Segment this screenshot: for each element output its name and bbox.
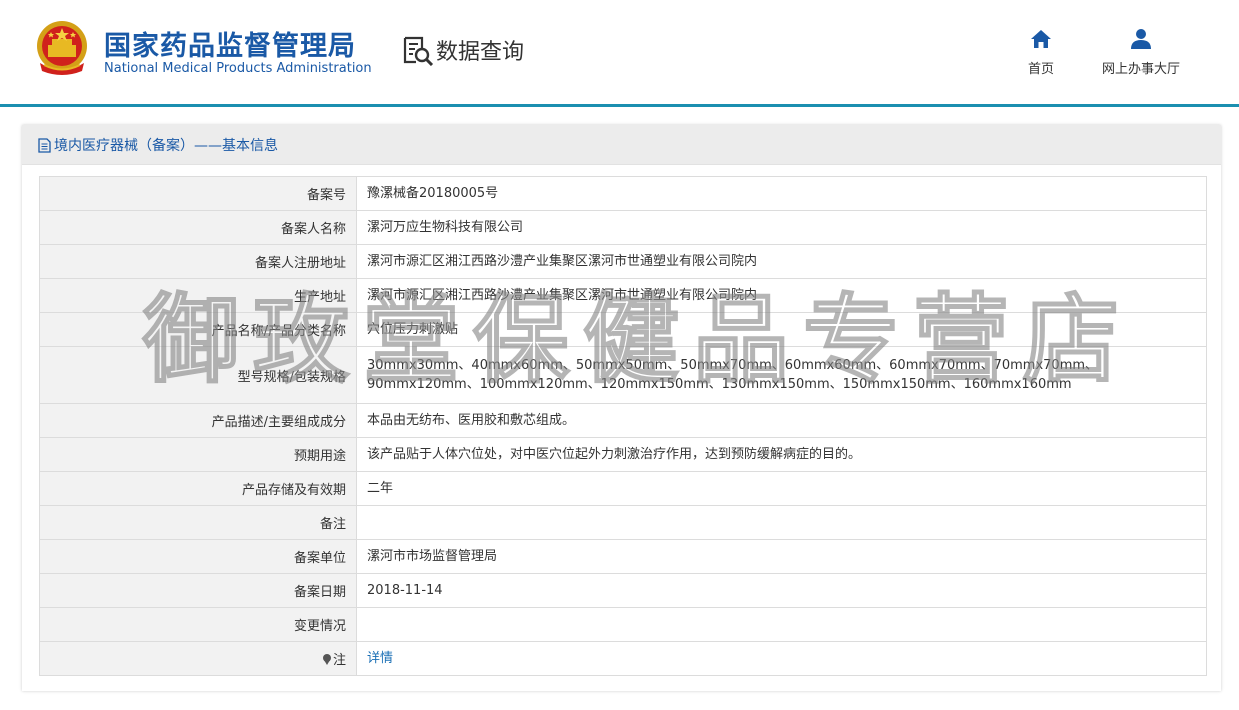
table-row: 预期用途 该产品贴于人体穴位处，对中医穴位起外力刺激治疗作用，达到预防缓解病症的… (39, 437, 1207, 472)
panel-title: 境内医疗器械（备案）——基本信息 (38, 135, 278, 155)
table-row: 生产地址 漯河市源汇区湘江西路沙澧产业集聚区漯河市世通塑业有限公司院内 (39, 278, 1207, 313)
row-label: 备案人注册地址 (39, 244, 357, 279)
nav-online-hall[interactable]: 网上办事大厅 (1096, 28, 1186, 77)
row-value: 该产品贴于人体穴位处，对中医穴位起外力刺激治疗作用，达到预防缓解病症的目的。 (356, 437, 1207, 472)
table-row: 备案日期 2018-11-14 (39, 573, 1207, 608)
row-label: 产品名称/产品分类名称 (39, 312, 357, 347)
nav-home[interactable]: 首页 (1022, 28, 1060, 77)
table-row: 注 详情 (39, 641, 1207, 676)
note-label-text: 注 (332, 653, 346, 668)
data-query-label: 数据查询 (436, 40, 525, 65)
table-row: 产品名称/产品分类名称 穴位压力刺激贴 (39, 312, 1207, 347)
row-value: 豫漯械备20180005号 (356, 176, 1207, 211)
row-value: 漯河市源汇区湘江西路沙澧产业集聚区漯河市世通塑业有限公司院内 (356, 244, 1207, 279)
table-row: 备案人名称 漯河万应生物科技有限公司 (39, 210, 1207, 245)
row-value: 漯河万应生物科技有限公司 (356, 210, 1207, 245)
user-icon (1131, 29, 1151, 49)
nav-online-hall-label: 网上办事大厅 (1101, 62, 1180, 77)
site-title-en: National Medical Products Administration (104, 61, 372, 76)
row-value: 二年 (356, 471, 1207, 506)
table-row: 备注 (39, 505, 1207, 540)
data-query-heading: 数据查询 (402, 34, 524, 66)
table-row: 产品存储及有效期 二年 (39, 471, 1207, 506)
row-value (356, 505, 1207, 540)
row-value: 穴位压力刺激贴 (356, 312, 1207, 347)
table-row: 变更情况 (39, 607, 1207, 642)
panel-header: 境内医疗器械（备案）——基本信息 (22, 125, 1221, 165)
table-row: 产品描述/主要组成成分 本品由无纺布、医用胶和敷芯组成。 (39, 403, 1207, 438)
nav-home-label: 首页 (1027, 62, 1054, 77)
note-label: 注 (39, 641, 357, 676)
row-label: 型号规格/包装规格 (39, 346, 357, 404)
table-row: 备案号 豫漯械备20180005号 (39, 176, 1207, 211)
national-emblem-icon (37, 21, 87, 75)
document-search-icon (403, 36, 434, 66)
table-row: 备案单位 漯河市市场监督管理局 (39, 539, 1207, 574)
row-label: 产品描述/主要组成成分 (39, 403, 357, 438)
table-row: 备案人注册地址 漯河市源汇区湘江西路沙澧产业集聚区漯河市世通塑业有限公司院内 (39, 244, 1207, 279)
row-label: 变更情况 (39, 607, 357, 642)
header-divider (0, 104, 1239, 107)
site-title-cn: 国家药品监督管理局 (104, 31, 356, 62)
row-label: 预期用途 (39, 437, 357, 472)
basic-info-table: 备案号 豫漯械备20180005号 备案人名称 漯河万应生物科技有限公司 备案人… (39, 176, 1207, 676)
row-value (356, 607, 1207, 642)
row-label: 备案号 (39, 176, 357, 211)
document-icon (38, 137, 51, 153)
panel-title-text: 境内医疗器械（备案）——基本信息 (54, 138, 278, 154)
row-label: 备案单位 (39, 539, 357, 574)
row-label: 备案人名称 (39, 210, 357, 245)
row-value: 2018-11-14 (356, 573, 1207, 608)
row-label: 产品存储及有效期 (39, 471, 357, 506)
row-label: 备注 (39, 505, 357, 540)
row-value: 漯河市市场监督管理局 (356, 539, 1207, 574)
site-header: 国家药品监督管理局 National Medical Products Admi… (0, 0, 1239, 104)
row-label: 生产地址 (39, 278, 357, 313)
table-row: 型号规格/包装规格 30mmx30mm、40mmx60mm、50mmx50mm、… (39, 346, 1207, 404)
row-label: 备案日期 (39, 573, 357, 608)
row-value: 详情 (356, 641, 1207, 676)
home-icon (1031, 30, 1051, 48)
pin-icon (322, 654, 331, 665)
row-value: 漯河市源汇区湘江西路沙澧产业集聚区漯河市世通塑业有限公司院内 (356, 278, 1207, 313)
row-value: 30mmx30mm、40mmx60mm、50mmx50mm、50mmx70mm、… (356, 346, 1207, 404)
row-value: 本品由无纺布、医用胶和敷芯组成。 (356, 403, 1207, 438)
details-link[interactable]: 详情 (367, 651, 393, 666)
